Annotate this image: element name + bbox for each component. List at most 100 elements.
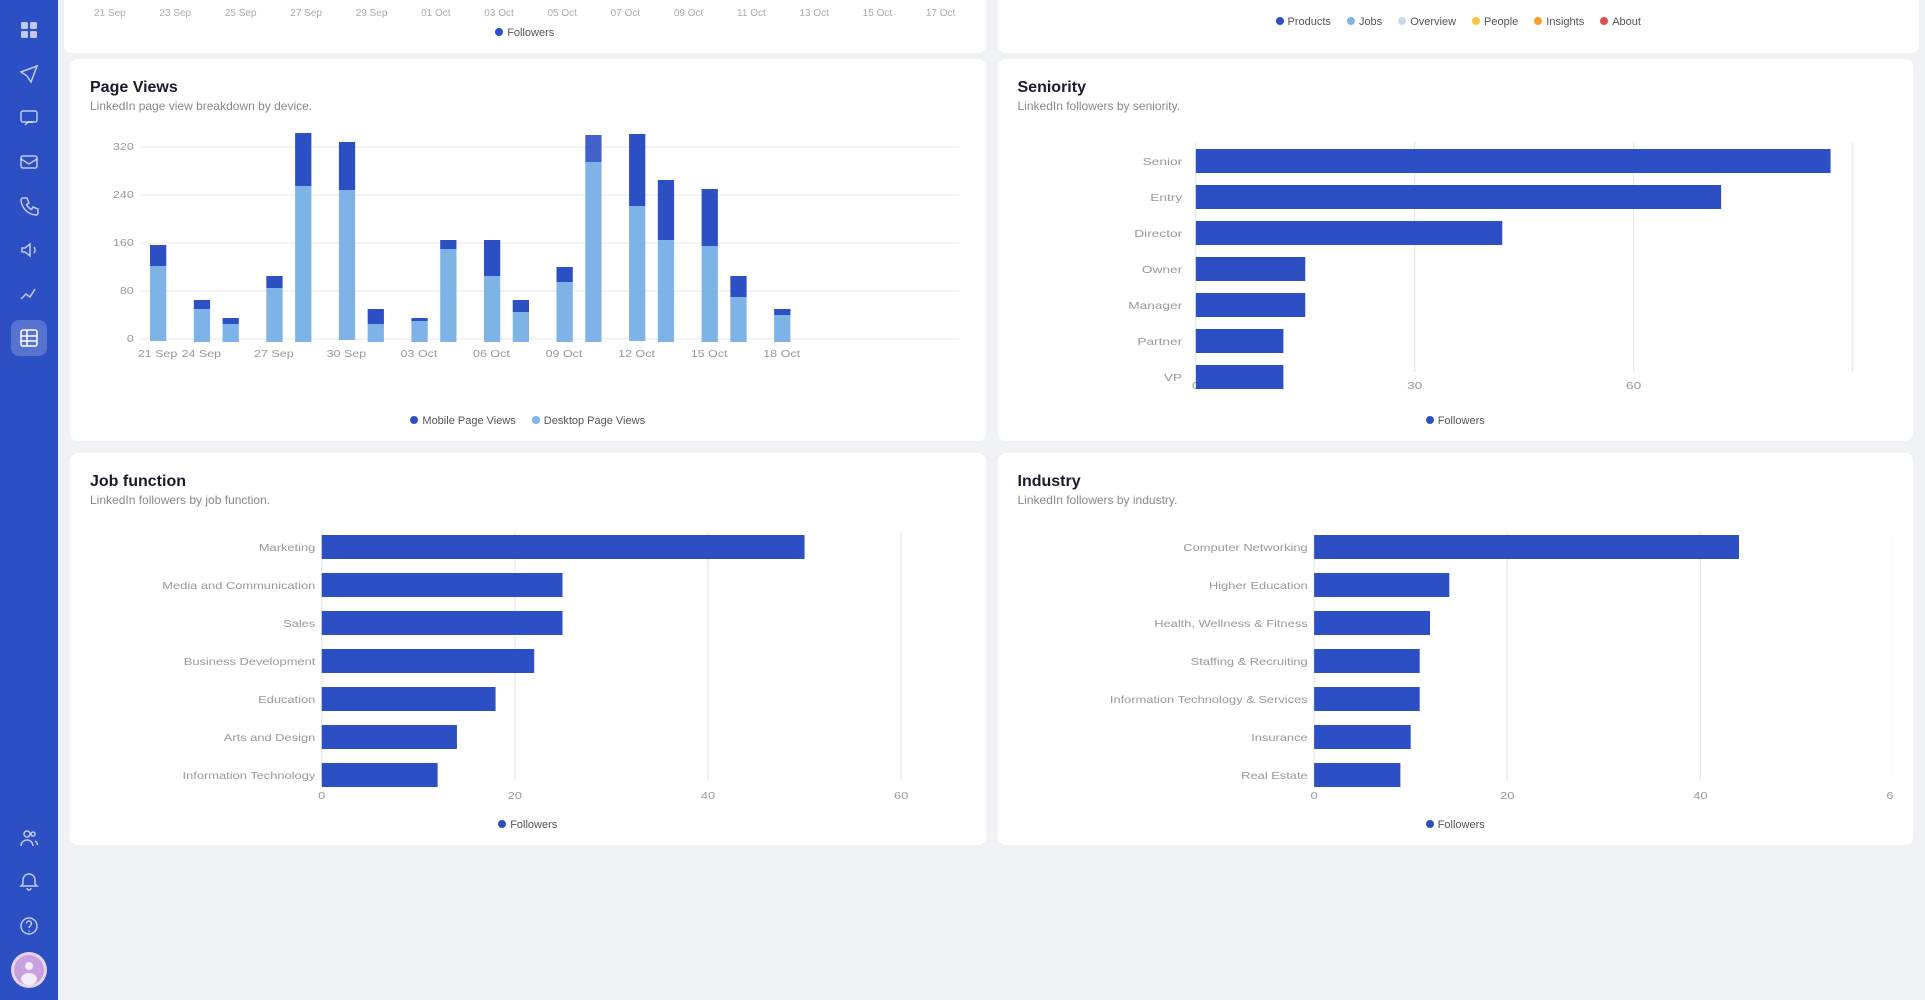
svg-text:320: 320 xyxy=(113,142,134,153)
x-label: 17 Oct xyxy=(926,8,955,19)
x-label: 23 Sep xyxy=(159,8,191,19)
svg-text:240: 240 xyxy=(113,190,134,201)
legend-label: About xyxy=(1612,16,1641,28)
job-function-subtitle: LinkedIn followers by job function. xyxy=(90,493,966,507)
followers-legend: Followers xyxy=(84,27,966,39)
svg-text:30 Sep: 30 Sep xyxy=(327,349,367,360)
charts-row-1: Page Views LinkedIn page view breakdown … xyxy=(64,53,1919,447)
industry-chart: 0 20 40 60 Computer Networking Higher Ed… xyxy=(1018,521,1894,811)
x-label: 01 Oct xyxy=(421,8,450,19)
svg-text:0: 0 xyxy=(1310,791,1317,801)
x-label: 11 Oct xyxy=(737,8,766,19)
chat-icon[interactable] xyxy=(11,100,47,136)
legend-label: People xyxy=(1484,16,1518,28)
legend-label: Followers xyxy=(507,27,554,39)
svg-text:VP: VP xyxy=(1163,372,1181,384)
desktop-legend: Desktop Page Views xyxy=(544,415,645,427)
svg-text:Staffing & Recruiting: Staffing & Recruiting xyxy=(1190,657,1307,667)
svg-text:Media and Communication: Media and Communication xyxy=(162,581,315,591)
charts-row-2: Job function LinkedIn followers by job f… xyxy=(64,447,1919,851)
svg-text:Higher Education: Higher Education xyxy=(1209,581,1308,591)
page-views-chart: 0 80 160 240 320 xyxy=(90,127,966,407)
svg-text:21 Sep: 21 Sep xyxy=(138,349,178,360)
svg-text:Business Development: Business Development xyxy=(184,657,316,667)
chart-line-icon[interactable] xyxy=(11,276,47,312)
svg-text:15 Oct: 15 Oct xyxy=(691,349,729,360)
svg-text:Marketing: Marketing xyxy=(259,543,315,553)
svg-text:03 Oct: 03 Oct xyxy=(401,349,439,360)
mail-icon[interactable] xyxy=(11,144,47,180)
page-views-card: Page Views LinkedIn page view breakdown … xyxy=(70,59,986,441)
main-content: 21 Sep 23 Sep 25 Sep 27 Sep 29 Sep 01 Oc… xyxy=(58,0,1925,1000)
help-icon[interactable] xyxy=(11,908,47,944)
x-label: 03 Oct xyxy=(484,8,513,19)
job-function-title: Job function xyxy=(90,473,966,491)
page-views-subtitle: LinkedIn page view breakdown by device. xyxy=(90,99,966,113)
grid-icon[interactable] xyxy=(11,12,47,48)
svg-text:80: 80 xyxy=(120,286,134,297)
svg-text:Arts and Design: Arts and Design xyxy=(224,733,316,743)
svg-text:40: 40 xyxy=(701,791,715,801)
svg-text:06 Oct: 06 Oct xyxy=(473,349,511,360)
sidebar xyxy=(0,0,58,1000)
seniority-card: Seniority LinkedIn followers by seniorit… xyxy=(998,59,1914,441)
page-views-title: Page Views xyxy=(90,79,966,97)
svg-text:Sales: Sales xyxy=(283,619,315,629)
svg-text:Information Technology: Information Technology xyxy=(183,771,316,781)
table-icon[interactable] xyxy=(11,320,47,356)
svg-text:Health, Wellness & Fitness: Health, Wellness & Fitness xyxy=(1154,619,1308,629)
svg-text:24 Sep: 24 Sep xyxy=(182,349,222,360)
industry-legend: Followers xyxy=(1018,819,1894,831)
svg-text:60: 60 xyxy=(1625,380,1641,392)
page-type-legend: Products Jobs Overview People Insights A… xyxy=(1018,16,1900,28)
avatar[interactable] xyxy=(11,952,47,988)
svg-text:Computer Networking: Computer Networking xyxy=(1183,543,1307,553)
seniority-legend-label: Followers xyxy=(1438,415,1485,427)
job-function-chart: 0 20 40 60 Marketing Media and Communica… xyxy=(90,521,966,811)
seniority-chart: 0 30 60 Senior Entry Director xyxy=(1018,127,1894,407)
svg-text:Information Technology & Servi: Information Technology & Services xyxy=(1109,695,1307,705)
svg-text:18 Oct: 18 Oct xyxy=(763,349,801,360)
bell-icon[interactable] xyxy=(11,864,47,900)
svg-text:Insurance: Insurance xyxy=(1251,733,1307,743)
svg-text:20: 20 xyxy=(1500,791,1514,801)
svg-text:160: 160 xyxy=(113,238,134,249)
svg-text:Partner: Partner xyxy=(1137,336,1182,348)
svg-text:12 Oct: 12 Oct xyxy=(618,349,656,360)
industry-card: Industry LinkedIn followers by industry.… xyxy=(998,453,1914,845)
job-function-legend-label: Followers xyxy=(510,819,557,831)
x-label: 27 Sep xyxy=(290,8,322,19)
svg-text:30: 30 xyxy=(1407,380,1423,392)
svg-text:0: 0 xyxy=(127,334,134,345)
seniority-legend: Followers xyxy=(1018,415,1894,427)
industry-subtitle: LinkedIn followers by industry. xyxy=(1018,493,1894,507)
svg-text:Manager: Manager xyxy=(1128,300,1182,312)
svg-text:60: 60 xyxy=(894,791,908,801)
legend-label: Overview xyxy=(1410,16,1456,28)
megaphone-icon[interactable] xyxy=(11,232,47,268)
x-label: 09 Oct xyxy=(674,8,703,19)
x-label: 15 Oct xyxy=(863,8,892,19)
x-label: 29 Sep xyxy=(356,8,388,19)
industry-legend-label: Followers xyxy=(1438,819,1485,831)
phone-icon[interactable] xyxy=(11,188,47,224)
seniority-subtitle: LinkedIn followers by seniority. xyxy=(1018,99,1894,113)
svg-text:Entry: Entry xyxy=(1150,192,1182,204)
legend-label: Insights xyxy=(1546,16,1584,28)
x-label: 21 Sep xyxy=(94,8,126,19)
svg-text:Education: Education xyxy=(258,695,315,705)
svg-text:09 Oct: 09 Oct xyxy=(546,349,584,360)
svg-text:Senior: Senior xyxy=(1142,156,1182,168)
x-label: 13 Oct xyxy=(799,8,828,19)
job-function-legend: Followers xyxy=(90,819,966,831)
legend-label: Products xyxy=(1288,16,1331,28)
mobile-legend: Mobile Page Views xyxy=(422,415,515,427)
svg-text:27 Sep: 27 Sep xyxy=(254,349,294,360)
charts-grid: Page Views LinkedIn page view breakdown … xyxy=(58,53,1925,857)
people-icon[interactable] xyxy=(11,820,47,856)
svg-text:Director: Director xyxy=(1134,228,1182,240)
x-label: 25 Sep xyxy=(225,8,257,19)
send-icon[interactable] xyxy=(11,56,47,92)
svg-text:60: 60 xyxy=(1886,791,1893,801)
x-label: 07 Oct xyxy=(611,8,640,19)
